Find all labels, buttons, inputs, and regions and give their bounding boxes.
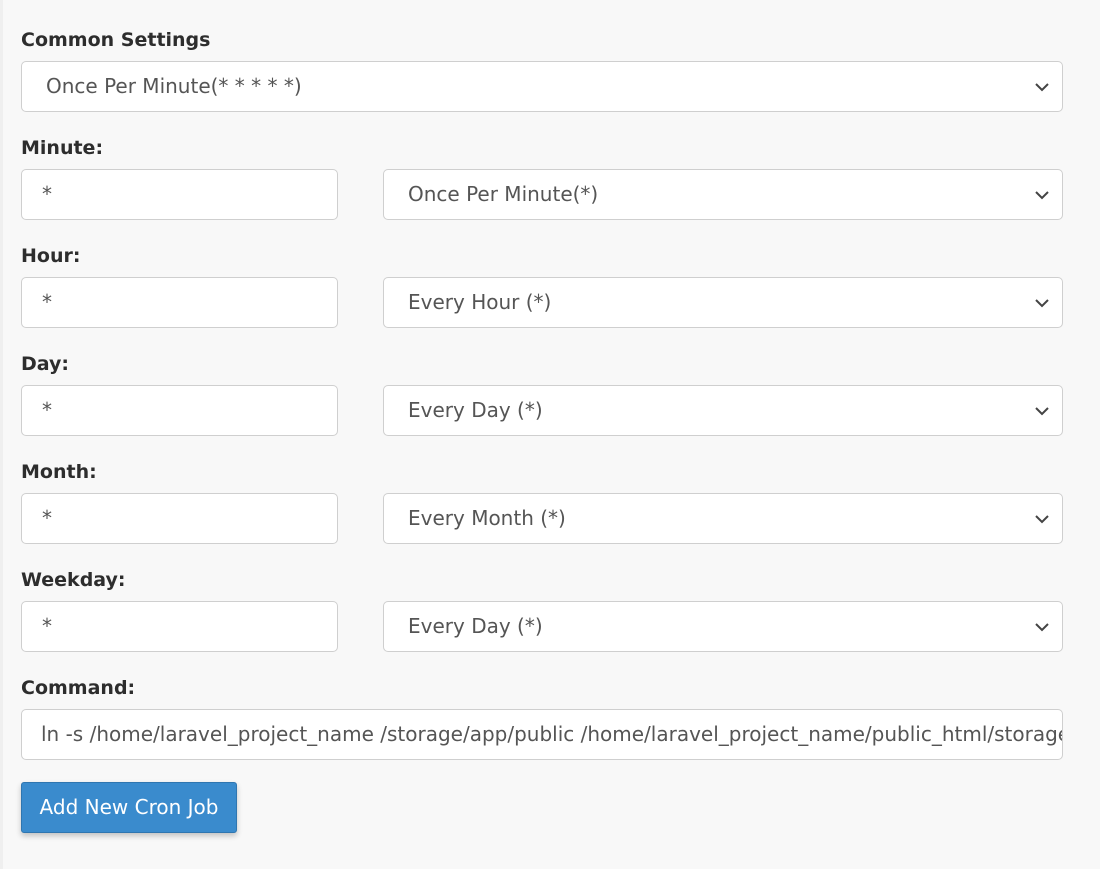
hour-label: Hour: (21, 245, 81, 267)
day-select-value: Every Day (*) (408, 398, 543, 422)
page-edge (0, 0, 3, 869)
day-input[interactable]: * (21, 385, 338, 436)
month-select[interactable]: Every Month (*) (383, 493, 1063, 544)
add-new-cron-job-button[interactable]: Add New Cron Job (21, 782, 237, 833)
minute-select-value: Once Per Minute(*) (408, 182, 599, 206)
minute-input[interactable]: * (21, 169, 338, 220)
weekday-label: Weekday: (21, 569, 126, 591)
month-label: Month: (21, 461, 97, 483)
chevron-down-icon (1034, 406, 1050, 416)
weekday-select[interactable]: Every Day (*) (383, 601, 1063, 652)
weekday-input-value: * (42, 614, 52, 638)
weekday-input[interactable]: * (21, 601, 338, 652)
chevron-down-icon (1034, 514, 1050, 524)
chevron-down-icon (1034, 298, 1050, 308)
common-settings-selected-value: Once Per Minute(* * * * *) (46, 74, 302, 98)
month-select-value: Every Month (*) (408, 506, 566, 530)
day-select[interactable]: Every Day (*) (383, 385, 1063, 436)
hour-select[interactable]: Every Hour (*) (383, 277, 1063, 328)
month-input-value: * (42, 506, 52, 530)
command-input[interactable]: ln -s /home/laravel_project_name /storag… (21, 709, 1063, 760)
minute-input-value: * (42, 182, 52, 206)
common-settings-select[interactable]: Once Per Minute(* * * * *) (21, 61, 1063, 112)
chevron-down-icon (1034, 82, 1050, 92)
minute-select[interactable]: Once Per Minute(*) (383, 169, 1063, 220)
hour-select-value: Every Hour (*) (408, 290, 552, 314)
minute-label: Minute: (21, 137, 104, 159)
weekday-select-value: Every Day (*) (408, 614, 543, 638)
chevron-down-icon (1034, 190, 1050, 200)
chevron-down-icon (1034, 622, 1050, 632)
common-settings-label: Common Settings (21, 29, 211, 51)
hour-input-value: * (42, 290, 52, 314)
day-label: Day: (21, 353, 69, 375)
command-label: Command: (21, 677, 136, 699)
command-input-value: ln -s /home/laravel_project_name /storag… (41, 722, 1063, 746)
day-input-value: * (42, 398, 52, 422)
month-input[interactable]: * (21, 493, 338, 544)
hour-input[interactable]: * (21, 277, 338, 328)
